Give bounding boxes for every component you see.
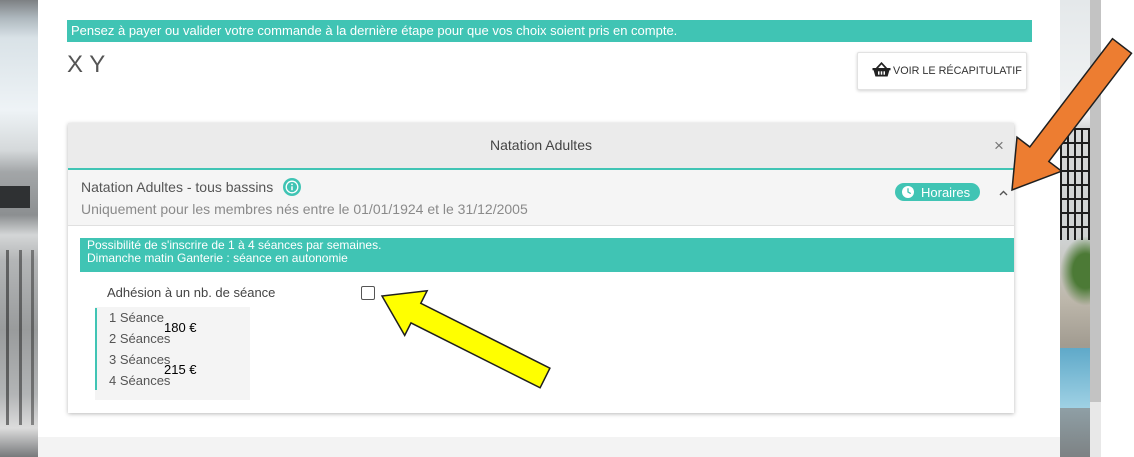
notice-banner: Pensez à payer ou valider votre commande…: [67, 20, 1032, 42]
page-scrollbar[interactable]: [1090, 0, 1101, 457]
account-name: X Y: [67, 51, 106, 78]
notice-text: Pensez à payer ou valider votre commande…: [71, 23, 678, 38]
scrollbar-thumb[interactable]: [1090, 0, 1101, 402]
price-table-accent-rule: [95, 308, 97, 390]
page: Pensez à payer ou valider votre commande…: [0, 0, 1134, 457]
clock-icon: [902, 186, 914, 198]
close-button[interactable]: ×: [988, 123, 1010, 168]
tier-price: 180 €: [164, 320, 197, 335]
background-photo-left: [0, 0, 38, 457]
schedule-button[interactable]: Horaires: [895, 183, 980, 201]
activity-card: Natation Adultes × Natation Adultes - to…: [68, 123, 1014, 413]
card-title: Natation Adultes: [490, 137, 592, 153]
activity-name: Natation Adultes - tous bassins: [81, 179, 274, 195]
tier-price: 215 €: [164, 362, 197, 377]
membership-checkbox[interactable]: [361, 286, 375, 300]
card-header: Natation Adultes ×: [68, 123, 1014, 170]
schedule-label: Horaires: [921, 184, 971, 200]
membership-option-label: Adhésion à un nb. de séance: [107, 285, 276, 300]
basket-icon: [872, 61, 891, 76]
activity-eligibility: Uniquement pour les membres nés entre le…: [81, 201, 528, 217]
info-icon[interactable]: [283, 178, 301, 196]
view-summary-button[interactable]: VOIR LE RÉCAPITULATIF: [857, 52, 1027, 90]
activity-row[interactable]: Natation Adultes - tous bassins Uniqueme…: [68, 170, 1014, 226]
chevron-up-icon[interactable]: [999, 190, 1008, 196]
price-tier: 1 Séance 2 Séances 180 €: [109, 307, 250, 349]
price-table: 1 Séance 2 Séances 180 € 3 Séances 4 Séa…: [95, 307, 250, 400]
info-line: Dimanche matin Ganterie : séance en auto…: [87, 251, 348, 265]
background-photo-right: [1060, 0, 1090, 457]
close-icon: ×: [994, 136, 1004, 155]
price-tier: 3 Séances 4 Séances 215 €: [109, 349, 250, 391]
page-footer: [38, 437, 1060, 457]
view-summary-label: VOIR LE RÉCAPITULATIF: [893, 65, 1022, 77]
info-banner: Possibilité de s'inscrire de 1 à 4 séanc…: [80, 238, 1014, 272]
main-panel: Pensez à payer ou valider votre commande…: [38, 0, 1060, 437]
